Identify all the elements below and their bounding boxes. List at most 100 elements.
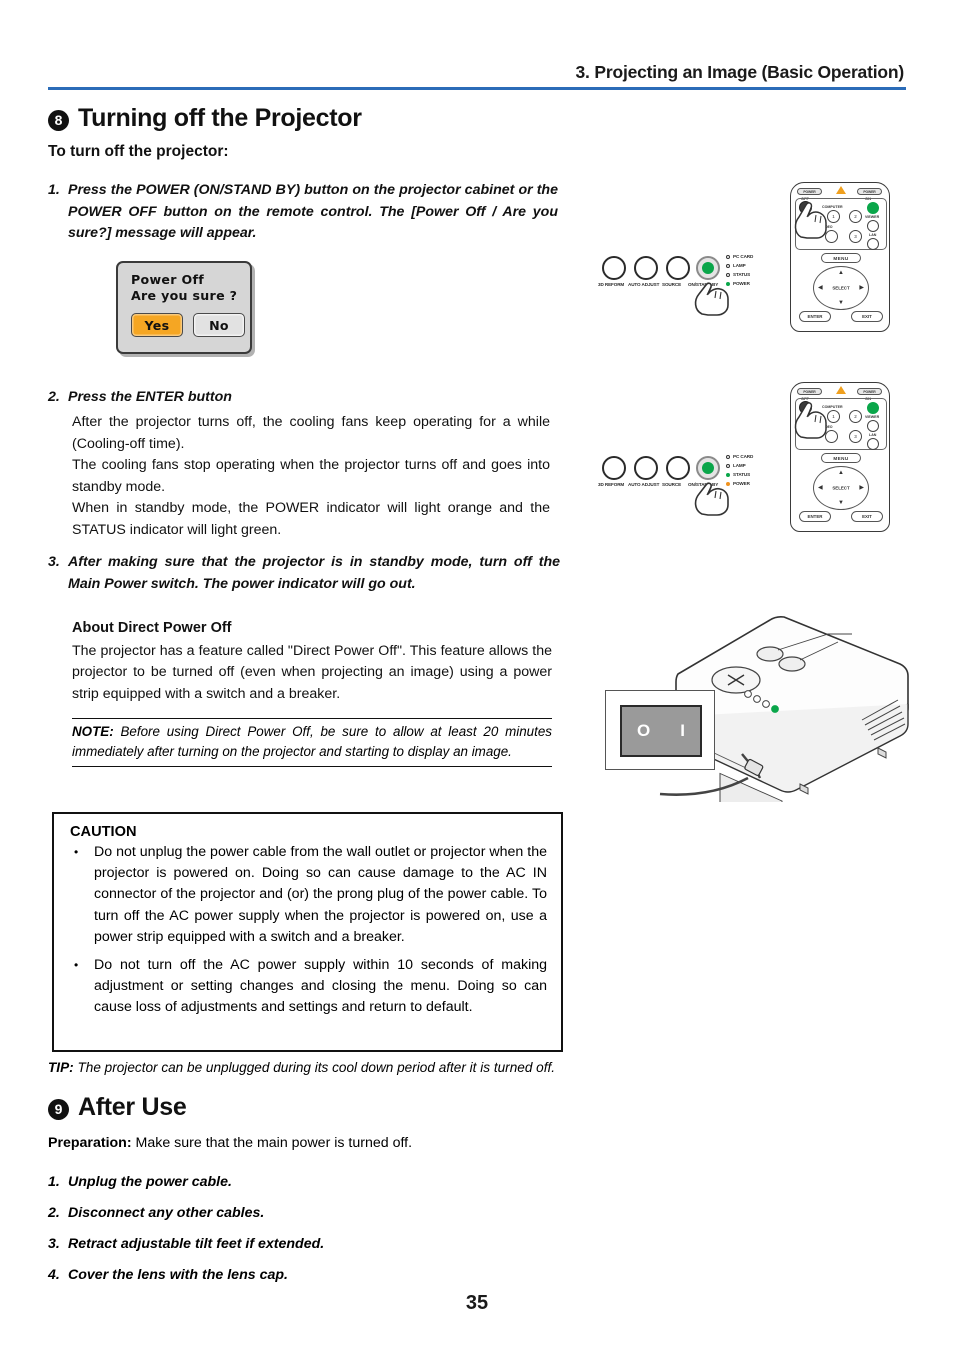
remote-menu-button: MENU [821, 253, 861, 263]
main-power-rocker-switch[interactable]: O I [620, 705, 702, 757]
label-source: SOURCE [662, 482, 682, 487]
preparation-label: Preparation: [48, 1135, 132, 1151]
caution-title: CAUTION [70, 824, 137, 840]
remote-viewer-button-icon [867, 420, 879, 432]
indicator-label: PC CARD [733, 254, 754, 259]
remote-computer-3-button: 3 [849, 230, 862, 243]
step-2-line-2: The cooling fans stop operating when the… [72, 457, 550, 495]
dialog-yes-button[interactable]: Yes [131, 313, 183, 337]
section-9-number: 9 [48, 1098, 69, 1120]
after-use-item-text: Unplug the power cable. [68, 1174, 232, 1190]
remote-exit-button: EXIT [851, 511, 883, 522]
after-use-item-number: 1. [48, 1174, 60, 1190]
label-auto-adjust: AUTO ADJUST [628, 482, 660, 487]
source-button-icon [666, 256, 690, 280]
remote-power-on-pill: POWER [857, 388, 882, 395]
step-2: 2. Press the ENTER button [48, 387, 558, 409]
after-use-item-number: 2. [48, 1205, 60, 1221]
pointing-hand-icon [694, 282, 729, 316]
pointing-hand-icon [794, 402, 827, 439]
remote-select-pad: SELECT ▲ ▼ ◀ ▶ [813, 466, 869, 510]
note-label: NOTE: [72, 724, 114, 739]
tip-label: TIP: [48, 1060, 74, 1075]
caution-item-text: Do not turn off the AC power supply with… [94, 957, 547, 1016]
dialog-no-button[interactable]: No [193, 313, 245, 337]
after-use-item-text: Cover the lens with the lens cap. [68, 1267, 288, 1283]
page-number: 35 [465, 1292, 489, 1314]
step-1-number: 1. [48, 182, 60, 198]
after-use-item-number: 4. [48, 1267, 60, 1283]
remote-power-on-pill: POWER [857, 188, 882, 195]
indicator-lamp: LAMP [726, 461, 753, 470]
step-2-line-1: After the projector turns off, the cooli… [72, 414, 550, 452]
pointing-hand-icon [794, 202, 827, 239]
remote-body: POWER OFF POWER ON COMPUTER 1 2 3 VIEWER… [790, 182, 890, 332]
direct-power-off-heading: About Direct Power Off [72, 620, 232, 636]
warning-triangle-icon [836, 186, 846, 194]
remote-lan-label: LAN [869, 433, 877, 437]
tip-text: The projector can be unplugged during it… [73, 1060, 556, 1075]
remote-body: POWER OFF POWER ON COMPUTER 1 2 3 VIEWER… [790, 382, 890, 532]
step-3-number: 3. [48, 554, 60, 570]
label-3d-reform: 3D REFORM [598, 282, 625, 287]
step-2-number: 2. [48, 389, 60, 405]
indicator-label: PC CARD [733, 454, 754, 459]
remote-viewer-label: VIEWER [865, 215, 880, 219]
dialog-line-1: Power Off [131, 272, 205, 287]
auto-adjust-button-icon [634, 256, 658, 280]
power-off-dialog[interactable]: Power Off Are you sure ? Yes No [116, 261, 252, 354]
remote-computer-3-button: 3 [849, 430, 862, 443]
step-2-line-3: When in standby mode, the POWER indicato… [72, 500, 550, 538]
after-use-list: 1. Unplug the power cable. 2. Disconnect… [48, 1172, 568, 1296]
remote-control-illustration-1: POWER OFF POWER ON COMPUTER 1 2 3 VIEWER… [790, 182, 890, 332]
remote-viewer-button-icon [867, 220, 879, 232]
indicator-pc-card: PC CARD [726, 452, 753, 461]
after-use-item: 2. Disconnect any other cables. [48, 1203, 568, 1224]
remote-power-off-pill: POWER [797, 388, 822, 395]
arrow-up-icon: ▲ [838, 270, 844, 276]
projector-illustration: O I [600, 612, 930, 832]
remote-enter-button: ENTER [799, 311, 831, 322]
source-button-icon [666, 456, 690, 480]
step-1-text: Press the POWER (ON/STAND BY) button on … [68, 182, 558, 241]
arrow-down-icon: ▼ [838, 500, 844, 506]
bullet-icon: • [74, 845, 79, 859]
caution-item: • Do not turn off the AC power supply wi… [70, 955, 547, 1019]
remote-lan-button-icon [867, 438, 879, 450]
step-1: 1. Press the POWER (ON/STAND BY) button … [48, 180, 558, 245]
remote-lan-button-icon [867, 238, 879, 250]
caution-item-text: Do not unplug the power cable from the w… [94, 844, 547, 945]
caution-box: CAUTION • Do not unplug the power cable … [52, 812, 563, 1052]
remote-exit-button: EXIT [851, 311, 883, 322]
preparation-text: Make sure that the main power is turned … [131, 1135, 413, 1151]
direct-power-off-block: About Direct Power Off The projector has… [72, 618, 552, 705]
after-use-item: 3. Retract adjustable tilt feet if exten… [48, 1234, 568, 1255]
3d-reform-button-icon [602, 256, 626, 280]
page-header: 3. Projecting an Image (Basic Operation) [48, 62, 906, 90]
label-auto-adjust: AUTO ADJUST [628, 282, 660, 287]
label-3d-reform: 3D REFORM [598, 482, 625, 487]
remote-power-on-button-icon [867, 202, 879, 214]
section-9-title: After Use [78, 1093, 187, 1121]
direct-power-off-text: The projector has a feature called "Dire… [72, 642, 552, 702]
warning-triangle-icon [836, 386, 846, 394]
indicator-label: LAMP [733, 263, 746, 268]
caution-list: • Do not unplug the power cable from the… [70, 842, 547, 1019]
remote-enter-button: ENTER [799, 511, 831, 522]
lamp-led-icon [726, 463, 730, 468]
tip-line: TIP: The projector can be unplugged duri… [48, 1058, 628, 1077]
arrow-left-icon: ◀ [818, 485, 823, 491]
pointing-hand-icon [694, 482, 729, 516]
after-use-item-text: Disconnect any other cables. [68, 1205, 265, 1221]
pc-card-led-icon [726, 254, 730, 259]
control-panel-illustration-2: 3D REFORM AUTO ADJUST SOURCE ON/STAND BY… [598, 452, 778, 522]
section-9-heading: 9 After Use [48, 1093, 187, 1122]
step-2-body: After the projector turns off, the cooli… [72, 412, 550, 541]
section-8-title: Turning off the Projector [78, 104, 362, 132]
caution-item: • Do not unplug the power cable from the… [70, 842, 547, 948]
bullet-icon: • [74, 958, 79, 973]
auto-adjust-button-icon [634, 456, 658, 480]
main-power-switch-callout: O I [605, 690, 715, 770]
indicator-pc-card: PC CARD [726, 252, 753, 261]
remote-select-label: SELECT [832, 285, 850, 291]
